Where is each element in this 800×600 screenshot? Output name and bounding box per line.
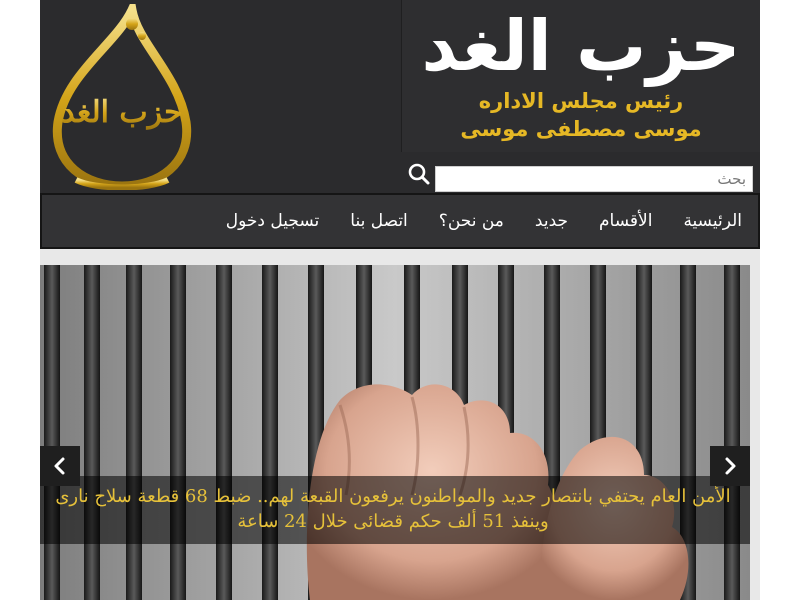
nav-item-contact[interactable]: اتصل بنا [350, 211, 408, 231]
news-slider[interactable]: الأمن العام يحتفي بانتصار جديد والمواطنو… [40, 265, 750, 600]
slide-caption-text[interactable]: الأمن العام يحتفي بانتصار جديد والمواطنو… [46, 484, 740, 534]
slide-image[interactable] [40, 265, 750, 600]
nav-item-new[interactable]: جديد [535, 211, 568, 231]
page: حزب الغد حزب الغد رئيس مجلس الاداره موسى… [40, 0, 760, 600]
chevron-right-icon [725, 457, 736, 475]
nav-item-home[interactable]: الرئيسية [683, 211, 742, 231]
logo-emblem-icon: حزب الغد [52, 0, 192, 191]
slide-caption[interactable]: الأمن العام يحتفي بانتصار جديد والمواطنو… [40, 476, 750, 544]
search-button[interactable] [406, 161, 432, 187]
nav-item-sections[interactable]: الأقسام [599, 211, 652, 231]
slider-prev-button[interactable] [40, 446, 80, 486]
nav-item-about[interactable]: من نحن؟ [439, 211, 504, 231]
main-nav: الرئيسية الأقسام جديد من نحن؟ اتصل بنا ت… [40, 193, 760, 249]
search-input[interactable] [435, 166, 753, 192]
site-header: حزب الغد حزب الغد رئيس مجلس الاداره موسى… [40, 0, 760, 193]
banner-title: حزب الغد [421, 5, 741, 87]
slider-next-button[interactable] [710, 446, 750, 486]
site-logo[interactable]: حزب الغد [46, 0, 198, 191]
search-icon [408, 163, 430, 185]
banner-subtitle-name: موسى مصطفى موسى [460, 117, 702, 141]
svg-text:حزب الغد: حزب الغد [61, 95, 182, 130]
header-banner: حزب الغد رئيس مجلس الاداره موسى مصطفى مو… [401, 0, 760, 152]
chevron-left-icon [54, 457, 65, 475]
banner-subtitle-chairman: رئيس مجلس الاداره [478, 89, 684, 113]
nav-item-login[interactable]: تسجيل دخول [226, 211, 320, 231]
